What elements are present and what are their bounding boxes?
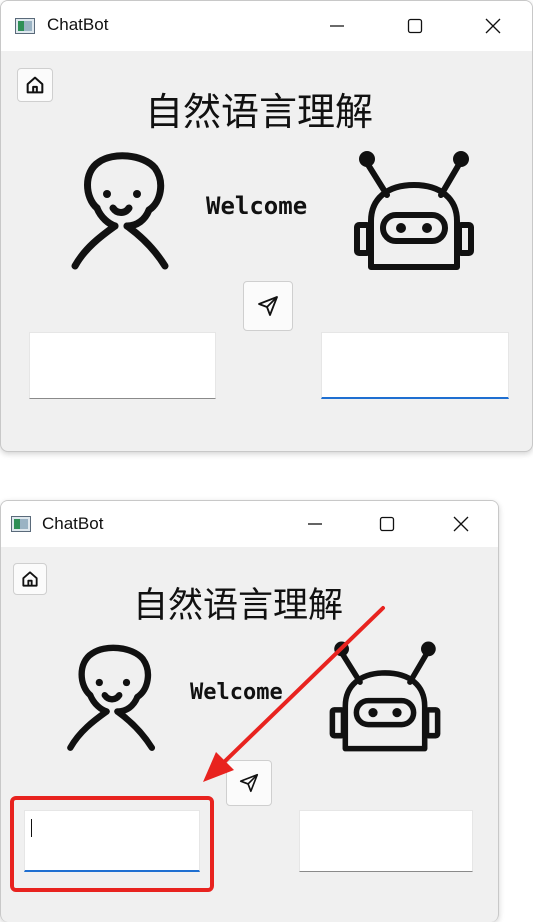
annotation-arrow [203,606,385,782]
